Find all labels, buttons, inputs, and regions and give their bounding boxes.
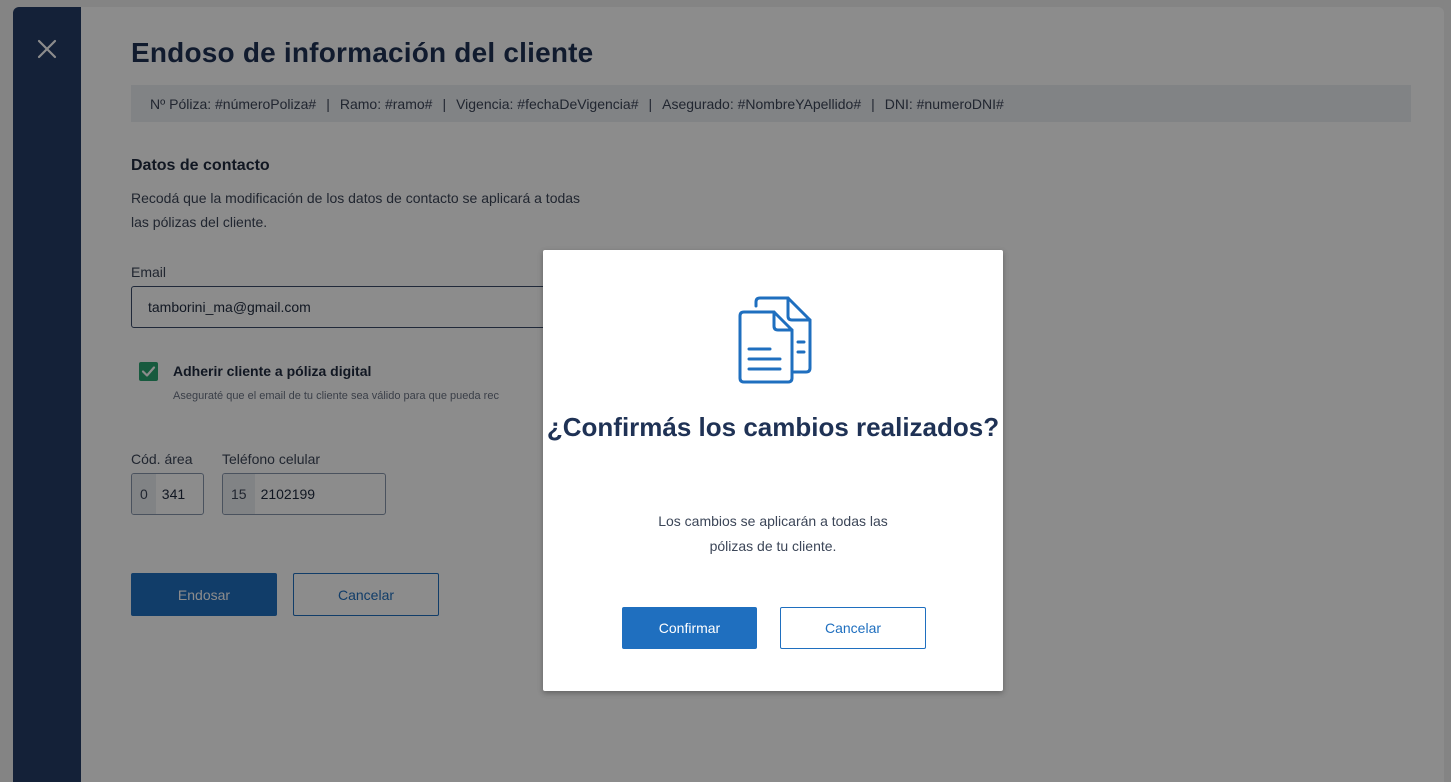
confirm-dialog: ¿Confirmás los cambios realizados? Los c…: [543, 250, 1003, 691]
confirm-button[interactable]: Confirmar: [622, 607, 757, 649]
documents-icon: [738, 296, 812, 384]
dialog-message: Los cambios se aplicarán a todas las pól…: [658, 513, 888, 554]
dialog-title: ¿Confirmás los cambios realizados?: [546, 412, 1000, 442]
dialog-cancel-button[interactable]: Cancelar: [780, 607, 926, 649]
